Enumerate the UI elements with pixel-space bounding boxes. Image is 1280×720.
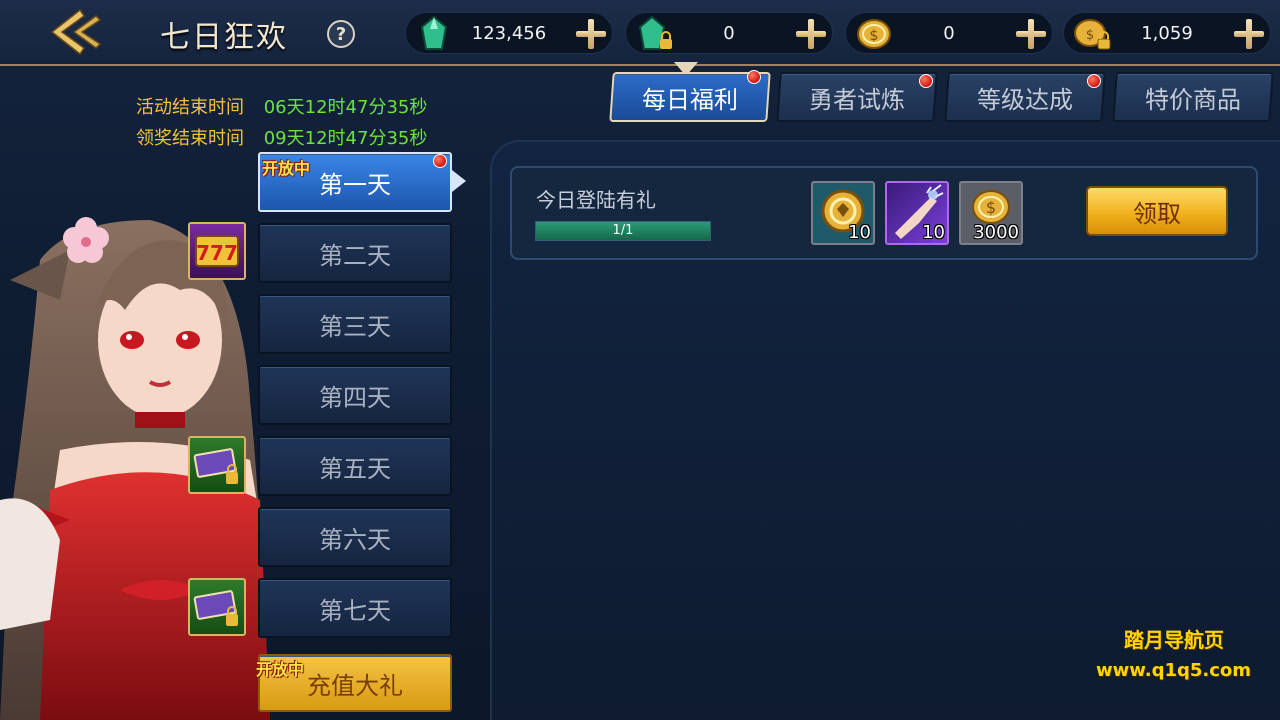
currency-coin: $ 0: [845, 12, 1053, 54]
open-tag: 开放中: [262, 159, 311, 178]
tab-hero-trial[interactable]: 勇者试炼: [776, 72, 938, 122]
locked-gold-coin-icon: $: [1074, 19, 1111, 50]
day-label: 第四天: [319, 383, 391, 412]
claim-label: 领取: [1133, 199, 1181, 228]
event-end-label: 活动结束时间: [136, 97, 244, 118]
day-2-button[interactable]: 第二天: [258, 223, 452, 283]
add-crystal-button[interactable]: [572, 15, 610, 53]
day-label: 第五天: [319, 454, 391, 483]
currency-value: 0: [943, 23, 955, 44]
day-label: 充值大礼: [307, 671, 403, 700]
claim-button[interactable]: 领取: [1086, 186, 1228, 236]
notification-dot: [747, 70, 761, 84]
reward-item[interactable]: 10: [811, 181, 875, 245]
tab-label: 勇者试炼: [809, 85, 905, 114]
day-label: 第二天: [319, 241, 391, 270]
currency-value: 123,456: [471, 23, 547, 44]
day-label: 第七天: [319, 596, 391, 625]
slot-777-icon[interactable]: 777: [188, 222, 246, 280]
currency-locked-coin: $ 1,059: [1063, 12, 1271, 54]
reward-item[interactable]: $ 3000: [959, 181, 1023, 245]
add-coin-button[interactable]: [1012, 15, 1050, 53]
reward-item[interactable]: 10: [885, 181, 949, 245]
top-bar: 七日狂欢 ? 123,456 0 $ 0 $ 1,059: [0, 0, 1280, 66]
locked-green-crystal-icon: [638, 15, 672, 50]
green-crystal-icon: [420, 15, 448, 50]
svg-text:$: $: [1086, 28, 1094, 43]
watermark-url: www.q1q5.com: [1096, 660, 1252, 681]
claim-end-timer: 领奖结束时间 09天12时47分35秒: [136, 124, 427, 150]
gold-coin-icon: $: [857, 19, 891, 49]
progress-text: 1/1: [612, 223, 634, 238]
help-icon[interactable]: ?: [327, 20, 355, 48]
event-end-timer: 活动结束时间 06天12时47分35秒: [136, 93, 427, 119]
currency-crystal: 123,456: [405, 12, 613, 54]
ticket-locked-icon[interactable]: [188, 436, 246, 494]
day-label: 第一天: [319, 170, 391, 199]
reward-count: 10: [922, 222, 945, 243]
currency-locked-crystal: 0: [625, 12, 833, 54]
back-arrow-icon: [50, 8, 102, 56]
watermark-title: 踏月导航页: [1124, 628, 1224, 652]
day-3-button[interactable]: 第三天: [258, 294, 452, 354]
task-progress-bar: 1/1: [535, 221, 711, 241]
day-6-button[interactable]: 第六天: [258, 507, 452, 567]
event-end-value: 06天12时47分35秒: [263, 97, 428, 118]
claim-end-value: 09天12时47分35秒: [263, 128, 428, 149]
currency-value: 1,059: [1141, 23, 1193, 44]
day-label: 第三天: [319, 312, 391, 341]
svg-text:777: 777: [196, 241, 238, 265]
tab-special-offers[interactable]: 特价商品: [1112, 72, 1274, 122]
notification-dot: [1087, 74, 1101, 88]
tab-label: 等级达成: [977, 85, 1073, 114]
tab-label: 特价商品: [1145, 85, 1241, 114]
claim-end-label: 领奖结束时间: [136, 128, 244, 149]
add-locked-crystal-button[interactable]: [792, 15, 830, 53]
selected-day-pointer: [452, 170, 466, 192]
svg-text:$: $: [870, 28, 879, 44]
tab-label: 每日福利: [642, 85, 738, 114]
currency-value: 0: [723, 23, 735, 44]
tab-level-achievement[interactable]: 等级达成: [944, 72, 1106, 122]
open-tag: 开放中: [256, 660, 305, 679]
day-7-button[interactable]: 第七天: [258, 578, 452, 638]
add-locked-coin-button[interactable]: [1230, 15, 1268, 53]
reward-count: 3000: [973, 222, 1019, 243]
notification-dot: [919, 74, 933, 88]
page-title: 七日狂欢: [160, 20, 288, 55]
day-4-button[interactable]: 第四天: [258, 365, 452, 425]
day-label: 第六天: [319, 525, 391, 554]
back-button[interactable]: [44, 6, 108, 58]
ticket-locked-icon[interactable]: [188, 578, 246, 636]
character-portrait: [0, 217, 270, 720]
svg-text:$: $: [986, 198, 996, 217]
notification-dot: [433, 154, 447, 168]
reward-count: 10: [848, 222, 871, 243]
day-5-button[interactable]: 第五天: [258, 436, 452, 496]
task-title: 今日登陆有礼: [536, 188, 656, 212]
